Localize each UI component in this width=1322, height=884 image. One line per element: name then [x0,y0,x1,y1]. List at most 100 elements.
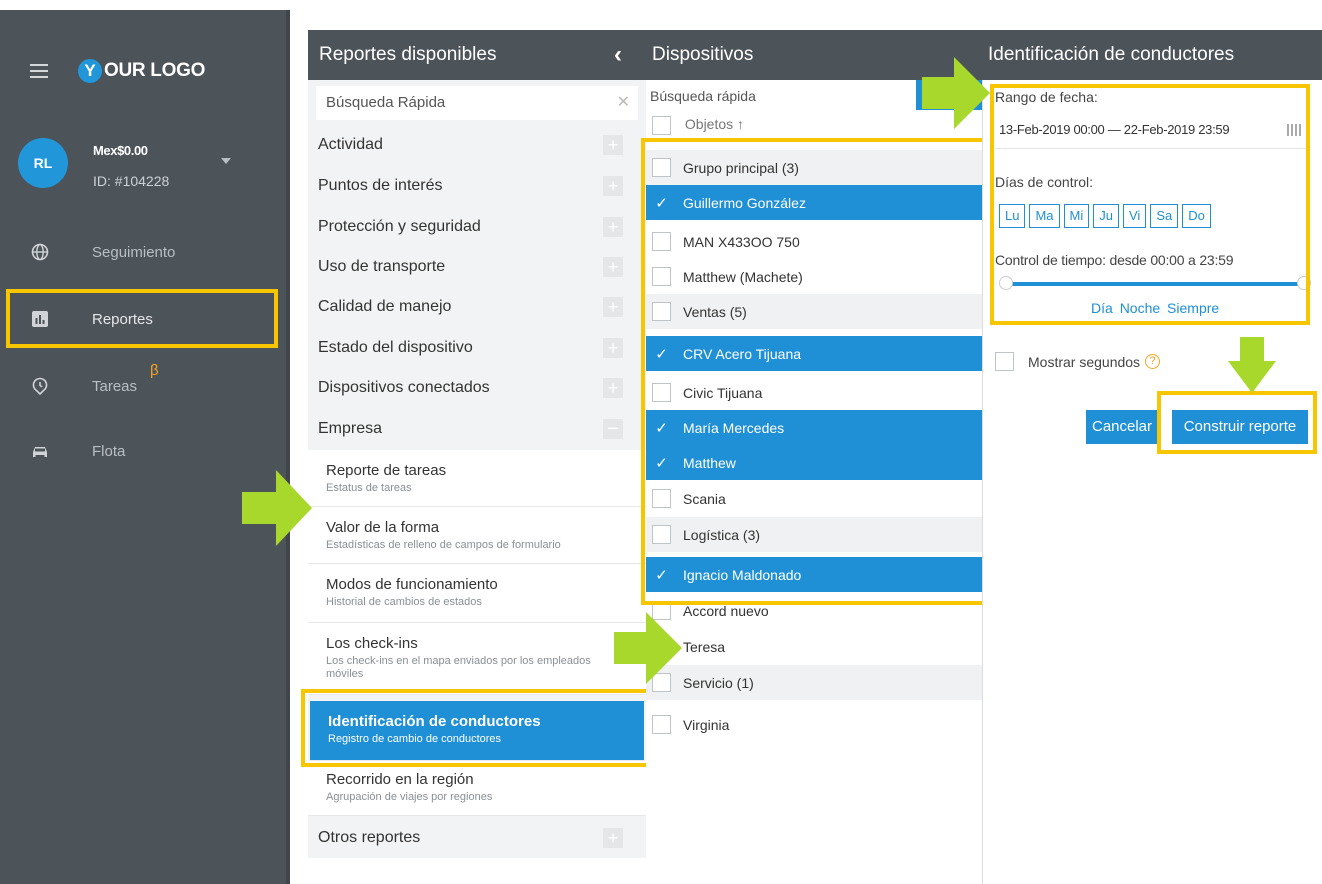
time-slider[interactable] [1005,282,1301,286]
device-checkbox[interactable] [652,267,671,286]
device-row[interactable]: MAN X433OO 750 [646,224,982,259]
device-row[interactable]: ✓ María Mercedes [646,410,982,445]
preset-dia[interactable]: Día [1091,300,1113,316]
expand-icon[interactable]: + [603,338,623,358]
clear-icon[interactable]: ✕ [617,86,630,120]
device-row[interactable]: ✓ Matthew [646,445,982,480]
report-item[interactable]: Valor de la forma Estadísticas de rellen… [308,507,646,564]
category-transporte[interactable]: Uso de transporte + [308,246,646,287]
build-report-button[interactable]: Construir reporte [1172,410,1308,444]
device-label: Servicio (1) [683,674,754,691]
day-toggle-ma[interactable]: Ma [1029,204,1060,228]
day-toggle-mi[interactable]: Mi [1063,204,1090,228]
device-row[interactable]: Accord nuevo [646,593,982,628]
device-row[interactable]: Civic Tijuana [646,375,982,410]
expand-icon[interactable]: + [603,297,623,317]
preset-noche[interactable]: Noche [1120,300,1160,316]
select-all-checkbox[interactable] [652,116,671,135]
nav-item-tareas[interactable]: Tareas β [0,362,286,406]
check-icon[interactable]: ✓ [652,194,671,212]
expand-icon[interactable]: + [603,176,623,196]
nav-item-reportes[interactable]: Reportes [0,299,286,339]
day-toggle-sa[interactable]: Sa [1150,204,1179,228]
slider-handle-start[interactable] [999,276,1013,290]
device-row[interactable]: ✓ CRV Acero Tijuana [646,336,982,371]
device-row[interactable]: Teresa [646,629,982,664]
sidebar-edge [286,10,290,884]
day-toggle-do[interactable]: Do [1182,204,1211,228]
category-actividad[interactable]: Actividad + [308,124,646,165]
sidebar: Y OUR LOGO RL Mex$0.00 ID: #104228 Segui… [0,10,290,884]
device-checkbox[interactable] [652,525,671,544]
logo-text: OUR LOGO [104,60,206,81]
day-toggle-lu[interactable]: Lu [999,204,1026,228]
slider-handle-end[interactable] [1297,276,1311,290]
account-dropdown-icon[interactable] [221,158,231,164]
device-group-row[interactable]: Logística (3) [646,517,982,552]
report-item[interactable]: Modos de funcionamiento Historial de cam… [308,564,646,623]
report-item[interactable]: Los check-ins Los check-ins en el mapa e… [308,623,646,695]
nav-item-seguimiento[interactable]: Seguimiento [0,232,286,272]
report-title: Valor de la forma [326,519,440,536]
help-icon[interactable]: ? [1145,354,1161,369]
device-row[interactable]: Virginia [646,707,982,742]
check-icon[interactable]: ✓ [652,566,671,584]
check-icon[interactable]: ✓ [652,419,671,437]
device-checkbox[interactable] [652,232,671,251]
device-checkbox[interactable] [652,383,671,402]
reports-header: Reportes disponibles ‹ [308,30,646,80]
category-proteccion[interactable]: Protección y seguridad + [308,206,646,247]
chart-icon [32,311,48,327]
device-group-row[interactable]: Ventas (5) [646,294,982,329]
avatar[interactable]: RL [18,138,68,188]
category-puntos[interactable]: Puntos de interés + [308,165,646,206]
device-group-row[interactable]: Servicio (1) [646,665,982,700]
device-row[interactable]: ✓ Guillermo González [646,185,982,220]
preset-siempre[interactable]: Siempre [1167,300,1219,316]
device-row[interactable]: Matthew (Machete) [646,259,982,294]
device-row[interactable]: ✓ Ignacio Maldonado [646,557,982,592]
device-row[interactable]: Scania [646,481,982,516]
day-toggle-vi[interactable]: Vi [1122,204,1147,228]
category-calidad[interactable]: Calidad de manejo + [308,286,646,327]
devices-search-input[interactable]: Búsqueda rápida [650,88,756,104]
logo[interactable]: Y OUR LOGO [78,59,205,83]
report-item[interactable]: Reporte de tareas Estatus de tareas [308,450,646,507]
menu-icon[interactable] [30,64,48,78]
category-empresa[interactable]: Empresa − [308,408,646,449]
check-icon[interactable]: ✓ [652,454,671,472]
check-icon[interactable]: ✓ [652,345,671,363]
category-label: Puntos de interés [318,177,443,194]
sort-icon[interactable]: ↑ [737,116,744,132]
day-toggle-ju[interactable]: Ju [1093,204,1119,228]
collapse-icon[interactable]: ‹ [614,41,622,69]
expand-icon[interactable]: + [603,217,623,237]
cancel-button[interactable]: Cancelar [1086,410,1158,444]
device-label: María Mercedes [683,419,785,436]
reports-search-input[interactable]: Búsqueda Rápida ✕ [316,86,638,120]
device-checkbox[interactable] [652,489,671,508]
show-seconds-checkbox[interactable] [995,352,1014,371]
report-item-selected[interactable]: Identificación de conductores Registro d… [310,701,644,761]
expand-icon[interactable]: + [603,378,623,398]
device-checkbox[interactable] [652,302,671,321]
expand-icon[interactable]: + [603,135,623,155]
device-label: Guillermo González [683,194,806,211]
date-range-input[interactable]: 13-Feb-2019 00:00 — 22-Feb-2019 23:59 [999,122,1230,137]
expand-icon[interactable]: + [603,257,623,277]
report-item[interactable]: Recorrido en la región Agrupación de via… [308,761,646,816]
device-label: Ignacio Maldonado [683,566,802,583]
calendar-icon[interactable] [1287,124,1303,136]
expand-icon[interactable]: + [603,828,623,848]
category-label: Calidad de manejo [318,298,452,315]
device-label: Ventas (5) [683,303,747,320]
nav-item-flota[interactable]: Flota [0,431,286,471]
category-dispositivos[interactable]: Dispositivos conectados + [308,367,646,408]
category-otros[interactable]: Otros reportes + [308,817,646,858]
device-checkbox[interactable] [652,158,671,177]
device-checkbox[interactable] [652,715,671,734]
device-group-row[interactable]: Grupo principal (3) [646,150,982,185]
collapse-group-icon[interactable]: − [603,419,623,439]
device-label: Matthew (Machete) [683,268,803,285]
category-estado[interactable]: Estado del dispositivo + [308,327,646,368]
